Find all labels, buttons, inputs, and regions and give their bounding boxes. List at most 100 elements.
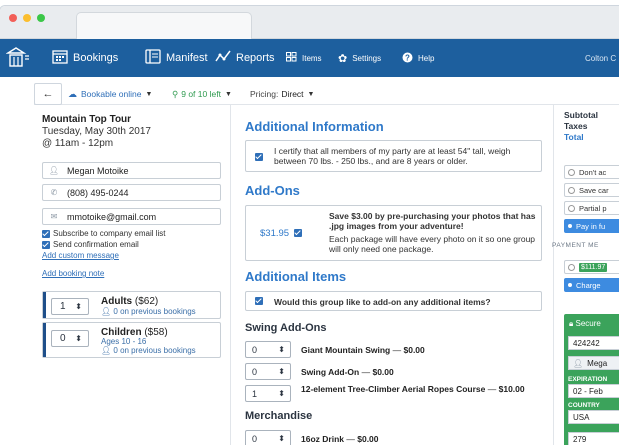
adults-type: Adults — [101, 296, 133, 307]
nav-items-label: Items — [302, 53, 322, 63]
cardholder-name-input[interactable]: 👤︎ Mega — [568, 356, 619, 370]
adults-qty-select[interactable]: 1 ⬍ — [51, 298, 89, 315]
item-qty-select[interactable]: 0 ⬍ — [245, 341, 291, 358]
item-qty: 1 — [252, 388, 258, 399]
photo-addon-box[interactable]: $31.95 Save $3.00 by pre-purchasing your… — [245, 205, 542, 261]
photo-addon-headline: Save $3.00 by pre-purchasing your photos… — [329, 211, 536, 231]
children-price: ($58) — [144, 327, 168, 338]
item-qty-select[interactable]: 1 ⬍ — [245, 385, 291, 402]
payment-amount-option[interactable]: $111.97 — [564, 260, 619, 274]
total-label: Total — [564, 132, 584, 142]
item-price: $0.00 — [357, 434, 379, 444]
item-price: $0.00 — [403, 345, 425, 355]
option-label: Save car — [579, 185, 609, 195]
add-booking-note-link[interactable]: Add booking note — [42, 269, 104, 278]
capacity-status[interactable]: ⚲ 9 of 10 left ▼ — [172, 83, 232, 105]
browser-tab[interactable] — [76, 12, 252, 39]
confirmation-label: Send confirmation email — [53, 240, 139, 249]
item-qty-select[interactable]: 0 ⬍ — [245, 430, 291, 445]
payment-method-label: PAYMENT ME — [552, 242, 599, 249]
checkbox-checked-icon — [293, 229, 302, 238]
bookable-status[interactable]: ☁ Bookable online ▼ — [68, 83, 152, 105]
phone-field[interactable]: ✆ (808) 495-0244 — [42, 184, 221, 201]
nav-reports-label: Reports — [236, 52, 275, 64]
nav-manifest-label: Manifest — [166, 52, 208, 64]
minimize-dot[interactable] — [23, 14, 31, 22]
envelope-icon: ✉ — [50, 212, 58, 221]
photo-addon-desc: Each package will have every photo on it… — [329, 234, 536, 254]
select-arrows-icon: ⬍ — [278, 367, 285, 376]
name-field[interactable]: 👤︎ Megan Motoike — [42, 162, 221, 179]
booking-toolbar: ← ☁ Bookable online ▼ ⚲ 9 of 10 left ▼ P… — [34, 83, 619, 105]
nav-help[interactable]: ? Help — [402, 39, 434, 77]
checkbox-checked-icon — [42, 240, 50, 249]
back-button[interactable]: ← — [34, 83, 62, 105]
pricing-select[interactable]: Pricing: Direct ▼ — [250, 83, 314, 105]
confirmation-checkbox[interactable]: Send confirmation email — [42, 240, 139, 249]
tour-date: Tuesday, May 30th 2017 — [42, 126, 151, 137]
chart-line-icon — [215, 49, 231, 67]
chevron-down-icon: ▼ — [145, 90, 153, 98]
item-qty: 0 — [252, 433, 258, 444]
certify-text: I certify that all members of my party a… — [274, 146, 511, 166]
payment-option-pay-full[interactable]: Pay in fu — [564, 219, 619, 233]
taxes-label: Taxes — [564, 121, 588, 131]
country-select[interactable]: USA — [568, 410, 619, 424]
charge-option[interactable]: Charge — [564, 278, 619, 292]
browser-window: Bookings Manifest Reports Items ✿ Settin… — [0, 6, 619, 445]
pricing-label: Pricing: — [250, 89, 279, 99]
card-number-input[interactable]: 424242 — [568, 336, 619, 350]
adults-price: ($62) — [134, 296, 159, 307]
select-arrows-icon: ⬍ — [278, 434, 285, 443]
select-arrows-icon: ⬍ — [75, 302, 82, 311]
certify-box[interactable]: I certify that all members of my party a… — [245, 140, 542, 172]
email-value: mmotoike@gmail.com — [67, 211, 157, 222]
logo-icon[interactable] — [5, 47, 30, 71]
item-price: $0.00 — [372, 367, 394, 377]
adults-qty: 1 — [60, 301, 66, 312]
item-label: Giant Mountain Swing — $0.00 — [301, 345, 425, 355]
nav-help-label: Help — [418, 53, 435, 63]
add-custom-message-link[interactable]: Add custom message — [42, 251, 119, 260]
payment-option-partial[interactable]: Partial p — [564, 201, 619, 215]
booking-options: Additional Information I certify that al… — [231, 105, 553, 445]
maximize-dot[interactable] — [37, 14, 45, 22]
payment-option-save-card[interactable]: Save car — [564, 183, 619, 197]
item-price: $10.00 — [498, 384, 525, 394]
name-value: Megan Motoike — [67, 165, 129, 176]
select-arrows-icon: ⬍ — [278, 345, 285, 354]
capacity-label: 9 of 10 left — [181, 89, 221, 99]
children-previous: 👤︎ 0 on previous bookings — [101, 346, 196, 355]
user-menu[interactable]: Colton C — [585, 39, 616, 77]
expiration-label: EXPIRATION — [568, 376, 608, 383]
item-label: Swing Add-On — $0.00 — [301, 367, 394, 377]
close-dot[interactable] — [9, 14, 17, 22]
email-field[interactable]: ✉ mmotoike@gmail.com — [42, 208, 221, 225]
payment-option-dont-accept[interactable]: Don't ac — [564, 165, 619, 179]
children-qty-select[interactable]: 0 ⬍ — [51, 330, 89, 347]
select-arrows-icon: ⬍ — [75, 334, 82, 343]
calendar-icon — [52, 49, 68, 67]
nav-bookings[interactable]: Bookings — [52, 39, 118, 77]
subtotal-label: Subtotal — [564, 110, 598, 120]
country-label: COUNTRY — [568, 402, 600, 409]
nav-reports[interactable]: Reports — [215, 39, 275, 77]
charge-label: Charge — [576, 280, 601, 290]
item-label: 12-element Tree-Climber Aerial Ropes Cou… — [301, 384, 525, 394]
browser-chrome — [0, 6, 619, 39]
guest-row-adults: 1 ⬍ Adults ($62) 👤︎ 0 on previous booking… — [42, 291, 221, 319]
gear-icon: ✿ — [338, 52, 348, 65]
expiration-select[interactable]: 02 - Feb — [568, 384, 619, 398]
item-qty-select[interactable]: 0 ⬍ — [245, 363, 291, 380]
tour-title: Mountain Top Tour — [42, 114, 132, 125]
checkbox-checked-icon — [255, 153, 263, 161]
children-previous-text: 0 on previous bookings — [113, 346, 196, 355]
item-qty: 0 — [252, 366, 258, 377]
nav-items[interactable]: Items — [286, 39, 322, 77]
subscribe-checkbox[interactable]: Subscribe to company email list — [42, 229, 166, 238]
nav-manifest[interactable]: Manifest — [145, 39, 208, 77]
additional-items-box[interactable]: Would this group like to add-on any addi… — [245, 291, 542, 311]
cvc-input[interactable]: 279 — [568, 432, 619, 445]
person-icon: 👤︎ — [101, 307, 112, 316]
nav-settings[interactable]: ✿ Settings — [338, 39, 381, 77]
